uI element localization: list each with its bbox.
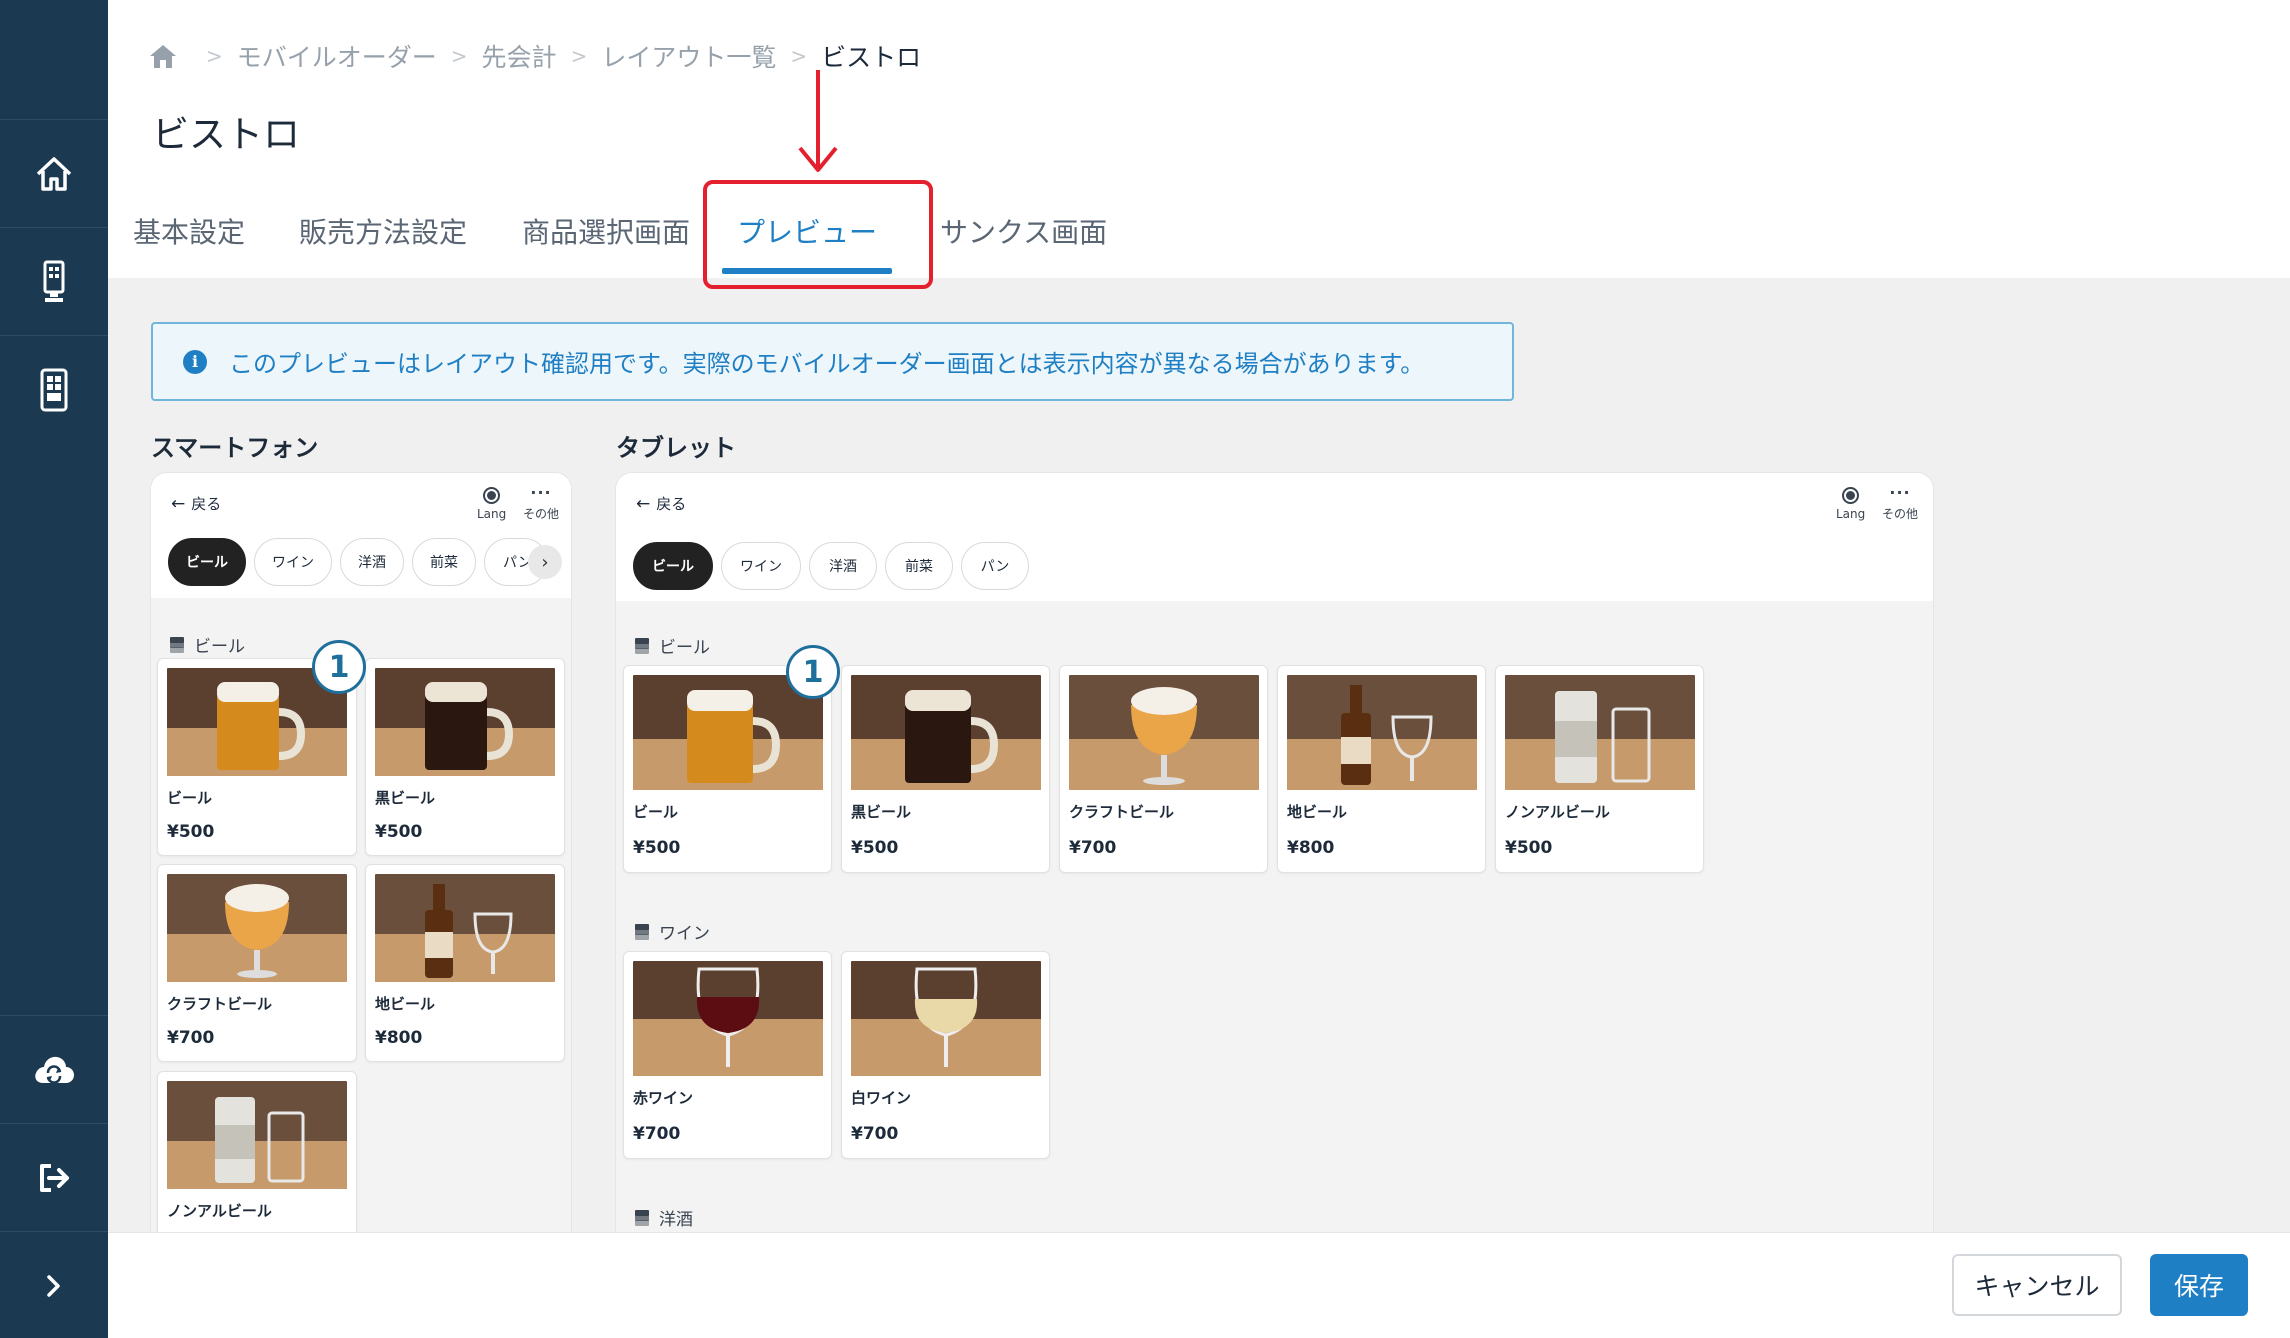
product-card[interactable]: 赤ワイン ¥700 [623, 951, 832, 1159]
home-nav[interactable] [0, 119, 108, 227]
more-dots-icon: ··· [1889, 483, 1911, 502]
logout-icon [40, 1163, 69, 1192]
sidebar [0, 0, 108, 1338]
chevron-right-icon: > [450, 44, 468, 68]
category-chip[interactable]: ビール [168, 538, 246, 586]
product-image [167, 1081, 347, 1189]
category-chip[interactable]: 洋酒 [340, 538, 404, 586]
page-title: ビストロ [152, 113, 300, 156]
sync-nav[interactable] [0, 1015, 108, 1123]
tab-basic-settings[interactable]: 基本設定 [133, 208, 245, 278]
layers-icon [168, 636, 186, 653]
breadcrumb-item-prepay[interactable]: 先会計 [482, 38, 557, 74]
tab-thanks[interactable]: サンクス画面 [940, 208, 1107, 278]
breadcrumb-item-layout-list[interactable]: レイアウト一覧 [601, 38, 776, 74]
home-icon [36, 156, 72, 191]
product-list: ビール ビール ¥500 黒ビール ¥500 クラフトビール ¥700 地ビール… [151, 598, 571, 1232]
chevron-right-icon: > [570, 44, 588, 68]
chevron-right-icon: > [790, 44, 808, 68]
preview-toolbar: ← 戻る Lang ··· その他 ビール ワイン 洋酒 前菜 パン › [151, 473, 571, 598]
smartphone-label: スマートフォン [151, 434, 319, 462]
back-button[interactable]: ← 戻る [171, 493, 221, 514]
category-chip[interactable]: 前菜 [885, 542, 953, 590]
layers-icon [633, 637, 651, 654]
page-header: > モバイルオーダー > 先会計 > レイアウト一覧 > ビストロ ビストロ 基… [108, 0, 2290, 278]
step-badge: 1 [312, 640, 366, 694]
annotation-arrow [798, 70, 838, 172]
category-chip[interactable]: パン [961, 542, 1029, 590]
annotation-highlight [703, 180, 933, 289]
category-heading-wine: ワイン [633, 919, 710, 944]
chevron-right-icon: > [206, 44, 223, 68]
notice-text: このプレビューはレイアウト確認用です。実際のモバイルオーダー画面とは表示内容が異… [229, 350, 1425, 378]
product-card[interactable]: クラフトビール ¥700 [157, 864, 357, 1062]
back-button[interactable]: ← 戻る [636, 493, 686, 514]
arrow-left-icon: ← [171, 493, 186, 514]
mobile-layout-icon [40, 368, 68, 411]
product-card[interactable]: 白ワイン ¥700 [841, 951, 1050, 1159]
info-icon: i [183, 349, 207, 374]
lang-button[interactable]: Lang [1836, 487, 1865, 521]
product-image [375, 874, 555, 982]
breadcrumb: > モバイルオーダー > 先会計 > レイアウト一覧 > ビストロ [148, 38, 921, 74]
product-image [375, 668, 555, 776]
smartphone-preview: ← 戻る Lang ··· その他 ビール ワイン 洋酒 前菜 パン › ビール ビ… [151, 473, 571, 1232]
product-card[interactable]: クラフトビール ¥700 [1059, 665, 1268, 873]
arrow-left-icon: ← [636, 493, 651, 514]
cancel-button[interactable]: キャンセル [1952, 1254, 2122, 1316]
more-dots-icon: ··· [530, 483, 552, 502]
more-button[interactable]: ··· その他 [523, 483, 559, 522]
footer-bar: キャンセル 保存 [108, 1232, 2290, 1338]
layers-icon [633, 923, 651, 940]
globe-icon [483, 487, 501, 504]
product-image [1287, 675, 1477, 790]
category-chip[interactable]: ワイン [721, 542, 801, 590]
home-icon[interactable] [148, 42, 178, 70]
kiosk-icon [43, 260, 65, 302]
save-button[interactable]: 保存 [2150, 1254, 2248, 1316]
product-card[interactable]: ノンアルビール ¥500 [1495, 665, 1704, 873]
cloud-sync-icon [35, 1056, 74, 1084]
product-image [851, 675, 1041, 790]
mobile-order-nav[interactable] [0, 335, 108, 443]
category-heading-beer: ビール [168, 632, 245, 657]
product-image [1505, 675, 1695, 790]
tab-sales-method[interactable]: 販売方法設定 [299, 208, 467, 278]
product-card[interactable]: 黒ビール ¥500 [365, 658, 565, 856]
more-button[interactable]: ··· その他 [1882, 483, 1918, 522]
step-badge: 1 [786, 645, 840, 699]
expand-sidebar-button[interactable] [0, 1231, 108, 1338]
category-heading-beer: ビール [633, 633, 710, 658]
kiosk-nav[interactable] [0, 227, 108, 335]
globe-icon [1842, 487, 1860, 504]
logout-nav[interactable] [0, 1123, 108, 1231]
category-chip[interactable]: ビール [633, 542, 713, 590]
product-card[interactable]: 黒ビール ¥500 [841, 665, 1050, 873]
chevron-right-icon[interactable]: › [528, 545, 562, 579]
chevron-right-icon [47, 1274, 60, 1297]
layers-icon [633, 1209, 651, 1226]
tablet-preview: ← 戻る Lang ··· その他 ビール ワイン 洋酒 前菜 パン ビール ビール… [616, 473, 1933, 1232]
category-chip[interactable]: 洋酒 [809, 542, 877, 590]
product-card[interactable]: ノンアルビール [157, 1071, 357, 1232]
lang-button[interactable]: Lang [477, 487, 506, 521]
breadcrumb-item-mobile-order[interactable]: モバイルオーダー [237, 38, 437, 74]
product-image [851, 961, 1041, 1076]
breadcrumb-item-current: ビストロ [821, 43, 922, 72]
product-image [1069, 675, 1259, 790]
preview-toolbar: ← 戻る Lang ··· その他 ビール ワイン 洋酒 前菜 パン [616, 473, 1933, 601]
category-chip[interactable]: 前菜 [412, 538, 476, 586]
info-notice: i このプレビューはレイアウト確認用です。実際のモバイルオーダー画面とは表示内容… [151, 322, 1514, 401]
product-image [633, 961, 823, 1076]
product-image [167, 874, 347, 982]
product-card[interactable]: 地ビール ¥800 [1277, 665, 1486, 873]
product-card[interactable]: 地ビール ¥800 [365, 864, 565, 1062]
category-chip[interactable]: ワイン [254, 538, 332, 586]
tablet-label: タブレット [616, 434, 736, 462]
category-heading-spirits: 洋酒 [633, 1205, 693, 1230]
tab-product-selection[interactable]: 商品選択画面 [522, 208, 690, 278]
product-list: ビール ビール ¥500 黒ビール ¥500 クラフトビール ¥700 地ビール… [616, 601, 1933, 1232]
